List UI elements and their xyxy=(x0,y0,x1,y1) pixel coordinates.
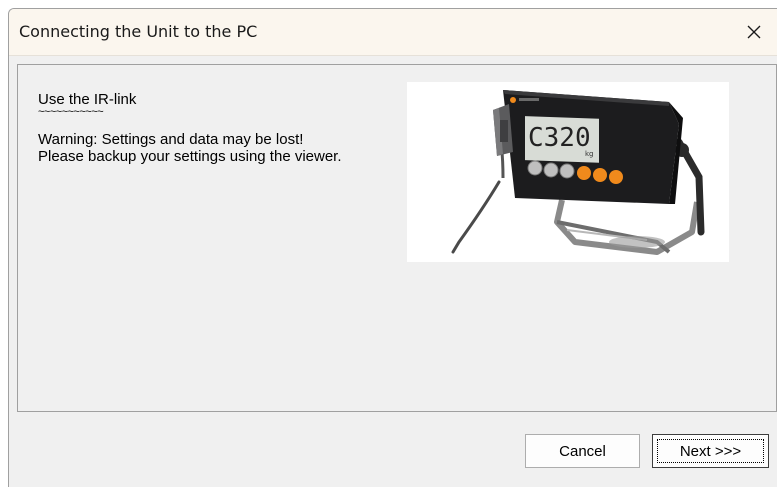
window-title: Connecting the Unit to the PC xyxy=(19,22,258,41)
next-button-label: Next >>> xyxy=(679,442,742,460)
warning-line-2: Please backup your settings using the vi… xyxy=(38,148,342,165)
content-panel: Use the IR-link ~~~~~~~~~~~ Warning: Set… xyxy=(17,64,777,412)
title-bar[interactable]: Connecting the Unit to the PC xyxy=(9,9,777,56)
cancel-button[interactable]: Cancel xyxy=(525,434,640,468)
heading-underline: ~~~~~~~~~~~ xyxy=(38,106,104,118)
warning-text: Warning: Settings and data may be lost! … xyxy=(38,131,342,165)
device-display-unit: kg xyxy=(585,150,594,158)
warning-line-1: Warning: Settings and data may be lost! xyxy=(38,131,304,148)
weighing-indicator-image: C320 kg xyxy=(451,90,705,255)
device-display-value: C320 xyxy=(528,123,591,153)
device-photo: C320 kg xyxy=(407,82,729,262)
next-button[interactable]: Next >>> xyxy=(652,434,769,468)
close-icon xyxy=(747,25,761,39)
close-button[interactable] xyxy=(731,9,777,55)
